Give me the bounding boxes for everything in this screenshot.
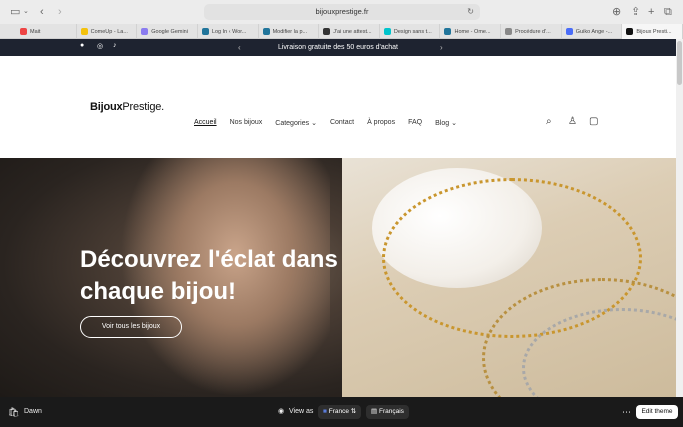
- download-icon[interactable]: ⊕: [612, 6, 621, 18]
- tab-label: Guiko Ange -...: [575, 28, 613, 35]
- url-text: bijouxprestige.fr: [315, 7, 369, 16]
- theme-name: Dawn: [24, 408, 42, 415]
- logo-bold-text: Bijoux: [90, 101, 123, 113]
- nav-blog-label: Blog: [435, 120, 450, 127]
- tab-label: Home - Ome...: [454, 28, 491, 35]
- browser-toolbar: ▭ ⌄ ‹ › bijouxprestige.fr ↻ ⊕ ⇪ + ⧉: [0, 0, 683, 24]
- tab-favicon-icon: [565, 28, 573, 35]
- tab-label: Google Gemini: [151, 28, 188, 35]
- tab-favicon-icon: [80, 28, 88, 35]
- page-scrollbar[interactable]: [676, 39, 683, 397]
- shopify-icon: 🛍: [8, 407, 20, 417]
- tab-favicon-icon: [141, 28, 149, 35]
- browser-tab[interactable]: Procédure d'...: [501, 24, 562, 39]
- nav-categories-label: Categories: [275, 120, 310, 127]
- tab-label: Mait: [30, 28, 41, 35]
- browser-tab[interactable]: Guiko Ange -...: [562, 24, 623, 39]
- new-tab-icon[interactable]: +: [648, 6, 654, 18]
- tab-label: ComeUp - La...: [90, 28, 128, 35]
- hero-image-jewelry: [342, 158, 676, 397]
- back-icon[interactable]: ‹: [40, 6, 44, 18]
- browser-tab[interactable]: Design sans t...: [380, 24, 441, 39]
- browser-tab[interactable]: Google Gemini: [137, 24, 198, 39]
- tab-favicon-icon: [20, 28, 27, 35]
- nav-about[interactable]: À propos: [367, 119, 395, 127]
- tab-label: Bijoux Presti...: [636, 28, 672, 35]
- hero-title: Découvrez l'éclat dans chaque bijou!: [80, 246, 338, 305]
- eye-icon: ◉: [278, 408, 285, 415]
- nav-home[interactable]: Accueil: [194, 119, 217, 127]
- website: ● ◎ ♪ ‹ Livraison gratuite des 50 euros …: [0, 39, 676, 397]
- browser-tab[interactable]: Home - Ome...: [440, 24, 502, 39]
- share-icon[interactable]: ⇪: [631, 6, 640, 18]
- more-options-icon[interactable]: ⋯: [622, 397, 631, 427]
- language-value: Français: [378, 408, 404, 415]
- logo-rest-text: Prestige.: [122, 101, 165, 113]
- tab-overview-icon[interactable]: ⧉: [664, 6, 672, 18]
- account-icon[interactable]: ♙: [568, 116, 577, 127]
- sidebar-icon[interactable]: ▭: [10, 6, 20, 18]
- tab-favicon-icon: [626, 28, 634, 35]
- site-header: BijouxPrestige. Accueil Nos bijoux Categ…: [0, 56, 676, 158]
- cart-icon[interactable]: ▢: [589, 116, 598, 127]
- tab-bar: Mait ComeUp - La... Google Gemini Log In ‹ …: [0, 24, 683, 39]
- language-select[interactable]: ▤ Français: [366, 405, 409, 419]
- nav-blog[interactable]: Blog ⌄: [435, 119, 457, 127]
- translate-icon: ▤: [371, 408, 378, 415]
- site-logo[interactable]: BijouxPrestige.: [90, 101, 164, 113]
- nav-faq[interactable]: FAQ: [408, 119, 422, 127]
- browser-tab[interactable]: Bijoux Presti...: [622, 24, 683, 39]
- flag-icon: ■: [323, 408, 327, 415]
- forward-icon[interactable]: ›: [58, 6, 62, 18]
- chevron-down-icon[interactable]: ⌄: [23, 6, 29, 18]
- browser-tab[interactable]: Log In ‹ Wor...: [198, 24, 259, 39]
- tab-label: Log In ‹ Wor...: [211, 28, 247, 35]
- browser-tab[interactable]: Mait: [16, 24, 77, 39]
- browser-tab[interactable]: Modifier la p...: [259, 24, 320, 39]
- country-value: France: [328, 408, 349, 415]
- address-bar[interactable]: bijouxprestige.fr ↻: [204, 4, 480, 20]
- country-select[interactable]: ■ France ⇅: [318, 405, 362, 419]
- view-as-label: View as: [289, 408, 314, 415]
- view-all-jewels-button[interactable]: Voir tous les bijoux: [80, 316, 182, 338]
- browser-tab[interactable]: ComeUp - La...: [77, 24, 138, 39]
- nav-categories[interactable]: Categories ⌄: [275, 119, 317, 127]
- reload-icon[interactable]: ↻: [467, 4, 474, 20]
- hero-banner: Découvrez l'éclat dans chaque bijou! Voi…: [0, 158, 676, 397]
- tab-label: Design sans t...: [393, 28, 432, 35]
- tab-label: Modifier la p...: [272, 28, 308, 35]
- tab-favicon-icon: [323, 28, 331, 35]
- announcement-text: Livraison gratuite des 50 euros d'achat: [277, 44, 399, 51]
- theme-editor-bar: 🛍 Dawn ◉ View as ■ France ⇅ ▤ Français ⋯…: [0, 397, 683, 427]
- edit-theme-button[interactable]: Edit theme: [636, 405, 678, 419]
- next-announcement-icon[interactable]: ›: [440, 39, 443, 56]
- tab-label: J'ai une attest...: [333, 28, 372, 35]
- tab-favicon-icon: [383, 28, 391, 35]
- scrollbar-thumb[interactable]: [677, 41, 682, 85]
- main-nav: Accueil Nos bijoux Categories ⌄ Contact …: [194, 119, 470, 127]
- search-icon[interactable]: ⌕: [546, 116, 552, 127]
- browser-tab[interactable]: J'ai une attest...: [319, 24, 380, 39]
- tab-favicon-icon: [201, 28, 209, 35]
- nav-contact[interactable]: Contact: [330, 119, 354, 127]
- tab-label: Procédure d'...: [515, 28, 551, 35]
- tab-favicon-icon: [444, 28, 452, 35]
- announcement-bar: ● ◎ ♪ ‹ Livraison gratuite des 50 euros …: [0, 39, 676, 56]
- tab-favicon-icon: [505, 28, 513, 35]
- tab-favicon-icon: [262, 28, 270, 35]
- nav-jewels[interactable]: Nos bijoux: [230, 119, 263, 127]
